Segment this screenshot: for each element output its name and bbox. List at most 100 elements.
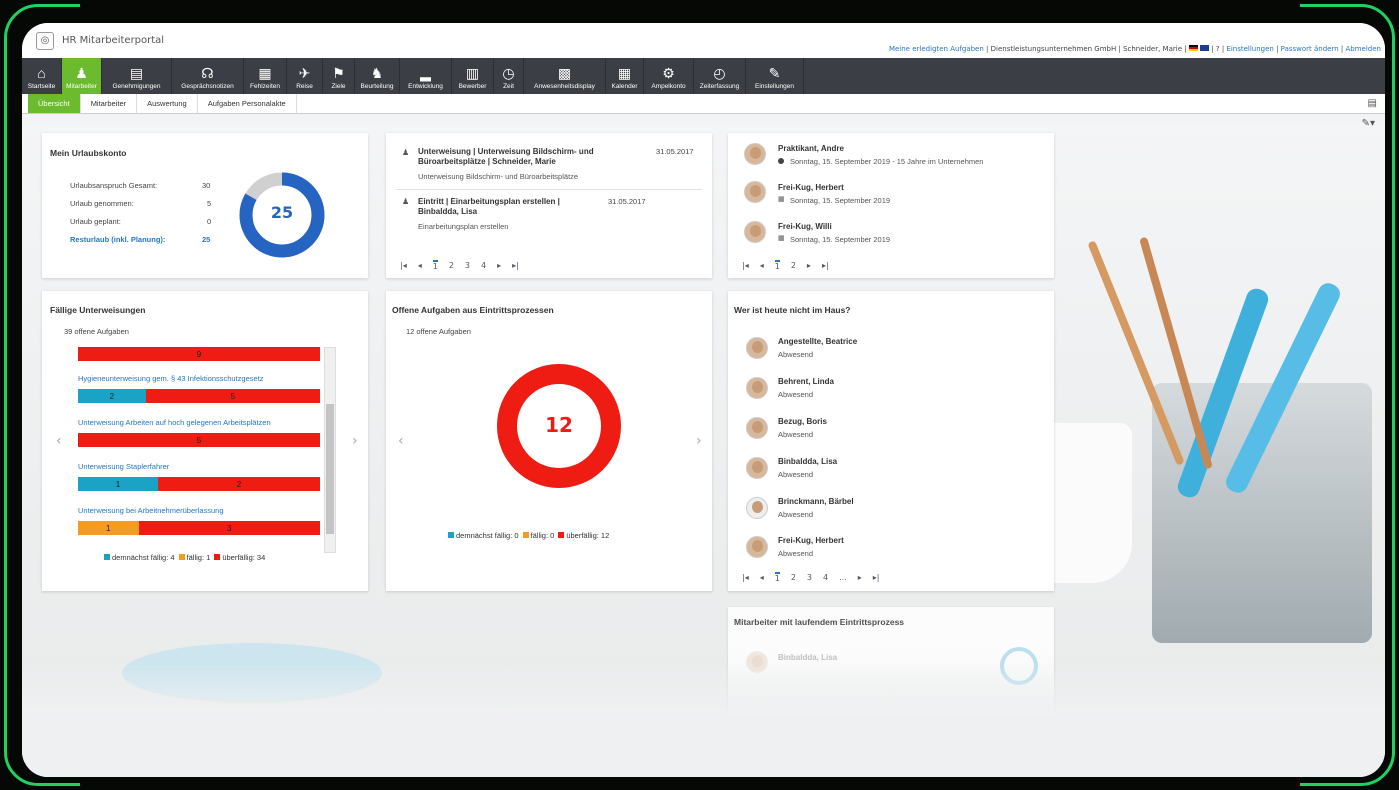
tab-uebersicht[interactable]: Übersicht xyxy=(28,94,81,113)
nav-gespraechsnotizen[interactable]: ☊ Gesprächsnotizen xyxy=(172,58,244,94)
screen: ◎ HR Mitarbeiterportal Meine erledigten … xyxy=(22,23,1385,777)
faellig-legend: demnächst fällig: 4 fällig: 1 überfällig… xyxy=(104,553,265,562)
traffic-light-icon: ⚙ xyxy=(662,65,675,81)
logout-link[interactable]: Abmelden xyxy=(1346,45,1382,53)
panel-jubilaeen: Praktikant, Andre Sonntag, 15. September… xyxy=(728,133,1054,278)
monitor-frame: ◎ HR Mitarbeiterportal Meine erledigten … xyxy=(0,0,1399,790)
nav-reise[interactable]: ✈ Reise xyxy=(287,58,323,94)
nav-zeit[interactable]: ◷ Zeit xyxy=(494,58,524,94)
chevron-left-icon[interactable]: ‹ xyxy=(56,433,62,449)
offene-donut-value: 12 xyxy=(545,413,573,437)
tab-aufgaben-personalakte[interactable]: Aufgaben Personalakte xyxy=(198,94,297,113)
fade-overlay xyxy=(22,663,1385,777)
prev-page-icon[interactable]: ◂ xyxy=(418,261,422,270)
help-icon[interactable]: ? xyxy=(1216,45,1220,53)
app-title: HR Mitarbeiterportal xyxy=(62,35,165,46)
last-page-icon[interactable]: ▸| xyxy=(873,573,880,582)
flag-uk-icon[interactable] xyxy=(1200,45,1210,51)
grid-icon: ▩ xyxy=(557,65,572,81)
flag-de-icon[interactable] xyxy=(1188,45,1198,51)
chevron-left-icon[interactable]: ‹ xyxy=(398,433,404,449)
nav-beurteilung[interactable]: ♞ Beurteilung xyxy=(355,58,400,94)
calendar-icon: ▦ xyxy=(778,234,785,242)
next-page-icon[interactable]: ▸ xyxy=(497,261,501,270)
home-icon: ⌂ xyxy=(37,65,46,81)
avatar xyxy=(744,143,766,165)
tab-auswertung[interactable]: Auswertung xyxy=(137,94,198,113)
chevron-right-icon[interactable]: › xyxy=(696,433,702,449)
user-name: Schneider, Marie xyxy=(1123,45,1183,53)
bar-hygiene[interactable]: 25 xyxy=(78,389,320,403)
my-tasks-link[interactable]: Meine erledigten Aufgaben xyxy=(889,45,984,53)
bar-stapler[interactable]: 12 xyxy=(78,477,320,491)
avatar xyxy=(746,457,768,479)
calendar-icon: ▦ xyxy=(617,65,632,81)
password-link[interactable]: Passwort ändern xyxy=(1281,45,1339,53)
plane-icon: ✈ xyxy=(298,65,311,81)
last-page-icon[interactable]: ▸| xyxy=(822,261,829,270)
document-icon: ▤ xyxy=(129,65,144,81)
panel-urlaubskonto: Mein Urlaubskonto Urlaubsanspruch Gesamt… xyxy=(42,133,368,278)
tasks-pager: |◂ ◂ 1234 ▸ ▸| xyxy=(400,260,519,271)
nav-kalender[interactable]: ▦ Kalender xyxy=(606,58,644,94)
nav-anwesenheitsdisplay[interactable]: ▩ Anwesenheitsdisplay xyxy=(524,58,606,94)
nav-einstellungen[interactable]: ✎ Einstellungen xyxy=(746,58,804,94)
globe-icon: ◎ xyxy=(36,32,54,50)
panel-faellige-unterweisungen: Fällige Unterweisungen 39 offene Aufgabe… xyxy=(42,291,368,591)
urlaub-donut-value: 25 xyxy=(270,203,294,222)
calendar-icon: ▦ xyxy=(778,195,785,203)
flag-icon: ⚑ xyxy=(332,65,345,81)
panel-title: Mein Urlaubskonto xyxy=(50,148,127,158)
scrollbar[interactable] xyxy=(324,347,336,553)
task-title[interactable]: Eintritt | Einarbeitungsplan erstellen |… xyxy=(418,197,588,217)
wrench-icon[interactable]: ✎▾ xyxy=(1362,118,1375,129)
next-page-icon[interactable]: ▸ xyxy=(807,261,811,270)
chevron-right-icon[interactable]: › xyxy=(352,433,358,449)
people-icon: ♞ xyxy=(370,65,384,81)
nav-bewerber[interactable]: ▥ Bewerber xyxy=(452,58,494,94)
chart-icon: ▂ xyxy=(420,65,431,81)
nav-startseite[interactable]: ⌂ Startseite xyxy=(22,58,62,94)
task-title[interactable]: Unterweisung | Unterweisung Bildschirm- … xyxy=(418,147,638,167)
avatar xyxy=(744,181,766,203)
next-page-icon[interactable]: ▸ xyxy=(858,573,862,582)
bar-first[interactable]: 9 xyxy=(78,347,320,361)
avatar xyxy=(746,536,768,558)
wrench-icon: ✎ xyxy=(768,65,781,81)
avatar xyxy=(746,337,768,359)
main-nav: ⌂ Startseite ♟ Mitarbeiter ▤ Genehmigungen … xyxy=(22,58,1385,94)
print-icon[interactable]: ▤ xyxy=(1368,98,1377,109)
first-page-icon[interactable]: |◂ xyxy=(742,573,749,582)
bar-hoehe[interactable]: 5 xyxy=(78,433,320,447)
tab-mitarbeiter[interactable]: Mitarbeiter xyxy=(81,94,138,113)
dot-icon xyxy=(778,158,784,164)
title-bar: ◎ HR Mitarbeiterportal Meine erledigten … xyxy=(22,23,1385,58)
first-page-icon[interactable]: |◂ xyxy=(400,261,407,270)
nav-ampelkonto[interactable]: ⚙ Ampelkonto xyxy=(644,58,694,94)
nav-zeiterfassung[interactable]: ◴ Zeiterfassung xyxy=(694,58,746,94)
nav-ziele[interactable]: ⚑ Ziele xyxy=(323,58,355,94)
applicant-icon: ▥ xyxy=(465,65,480,81)
bar-arbeitnehmer[interactable]: 13 xyxy=(78,521,320,535)
sub-tabs: Übersicht Mitarbeiter Auswertung Aufgabe… xyxy=(22,94,1385,114)
user-icon: ♟ xyxy=(75,65,88,81)
absent-pager: |◂ ◂ 1 2 3 4... ▸ ▸| xyxy=(742,572,880,583)
prev-page-icon[interactable]: ◂ xyxy=(760,261,764,270)
birthdays-pager: |◂ ◂ 12 ▸ ▸| xyxy=(742,260,829,271)
panel-offene-aufgaben: Offene Aufgaben aus Eintrittsprozessen 1… xyxy=(386,291,712,591)
nav-genehmigungen[interactable]: ▤ Genehmigungen xyxy=(102,58,172,94)
nav-fehlzeiten[interactable]: ▦ Fehlzeiten xyxy=(244,58,287,94)
nav-mitarbeiter[interactable]: ♟ Mitarbeiter xyxy=(62,58,102,94)
offene-legend: demnächst fällig: 0 fällig: 0 überfällig… xyxy=(448,531,609,540)
first-page-icon[interactable]: |◂ xyxy=(742,261,749,270)
panel-aufgaben: ♟ Unterweisung | Unterweisung Bildschirm… xyxy=(386,133,712,278)
person-icon: ♟ xyxy=(402,197,410,206)
last-page-icon[interactable]: ▸| xyxy=(512,261,519,270)
prev-page-icon[interactable]: ◂ xyxy=(760,573,764,582)
settings-link[interactable]: Einstellungen xyxy=(1226,45,1273,53)
person-icon: ♟ xyxy=(402,148,410,157)
avatar-placeholder xyxy=(746,497,768,519)
panel-abwesend: Wer ist heute nicht im Haus? Angestellte… xyxy=(728,291,1054,591)
notes-icon: ☊ xyxy=(201,65,214,81)
nav-entwicklung[interactable]: ▂ Entwicklung xyxy=(400,58,452,94)
